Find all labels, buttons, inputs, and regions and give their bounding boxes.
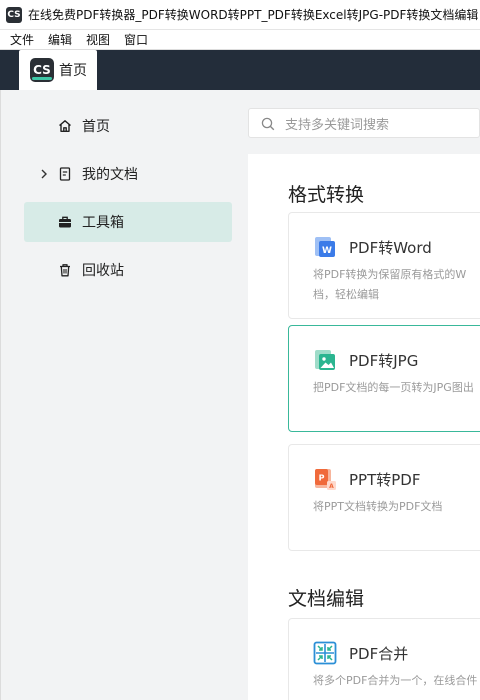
tool-card-description: 将PDF转换为保留原有格式的W档，轻松编辑 [313, 268, 467, 301]
section-title-document-editing: 文档编辑 [288, 588, 365, 610]
sidebar-item-recycle-bin[interactable]: 回收站 [24, 250, 232, 290]
app-logo: CS [30, 58, 54, 82]
sidebar-item-label: 回收站 [82, 263, 124, 279]
tool-card-pdf-to-word[interactable]: W PDF转Word 将PDF转换为保留原有格式的W档，轻松编辑 [288, 212, 480, 319]
svg-text:W: W [322, 246, 332, 256]
main-area: 支持多关键词搜索 格式转换 W PDF转Word 将PDF转换为保留原有格式的W… [248, 90, 480, 700]
search-input[interactable]: 支持多关键词搜索 [248, 108, 480, 138]
tool-card-pdf-to-jpg[interactable]: PDF转JPG 把PDF文档的每一页转为JPG图出 [288, 325, 480, 432]
sidebar: 首页 我的文档 工具箱 回收站 [8, 90, 248, 700]
tab-home[interactable]: CS 首页 [19, 50, 97, 90]
ppt-file-icon: PA [313, 467, 337, 491]
tool-card-description: 将多个PDF合并为一个，在线合件 [313, 674, 478, 687]
menu-window[interactable]: 窗口 [119, 30, 153, 50]
tool-card-title: PDF转Word [349, 239, 432, 257]
tool-card-title: PDF合并 [349, 645, 409, 663]
sidebar-item-label: 首页 [82, 119, 110, 135]
tool-card-title: PPT转PDF [349, 471, 421, 489]
merge-icon [313, 641, 337, 665]
window-title: 在线免费PDF转换器_PDF转换WORD转PPT_PDF转换Excel转JPG-… [28, 8, 479, 22]
sidebar-item-my-documents[interactable]: 我的文档 [24, 154, 232, 194]
sidebar-item-home[interactable]: 首页 [24, 106, 232, 146]
tool-card-description: 将PPT文档转换为PDF文档 [313, 500, 443, 513]
svg-text:A: A [329, 483, 334, 490]
menubar: 文件 编辑 视图 窗口 [0, 30, 480, 50]
menu-file[interactable]: 文件 [7, 30, 39, 50]
sidebar-item-label: 我的文档 [82, 167, 138, 183]
app-icon: CS [6, 6, 22, 23]
tool-card-ppt-to-pdf[interactable]: PA PPT转PDF 将PPT文档转换为PDF文档 [288, 444, 480, 551]
tool-card-title: PDF转JPG [349, 352, 419, 370]
tool-card-pdf-merge[interactable]: PDF合并 将多个PDF合并为一个，在线合件 [288, 618, 480, 700]
window-left-edge [0, 90, 8, 700]
tab-bar: CS 首页 [0, 50, 480, 90]
toolbox-content: 格式转换 W PDF转Word 将PDF转换为保留原有格式的W档，轻松编辑 PD… [248, 154, 480, 700]
tab-home-label: 首页 [59, 63, 87, 79]
section-title-format-conversion: 格式转换 [288, 184, 365, 206]
home-icon [58, 119, 72, 133]
menu-edit[interactable]: 编辑 [43, 30, 77, 50]
sidebar-item-toolbox[interactable]: 工具箱 [24, 202, 232, 242]
word-file-icon: W [313, 235, 337, 259]
svg-text:P: P [319, 474, 325, 483]
chevron-right-icon[interactable] [37, 166, 51, 182]
tool-card-description: 把PDF文档的每一页转为JPG图出 [313, 381, 474, 394]
toolbox-icon [58, 215, 72, 229]
document-icon [58, 167, 72, 181]
search-icon [261, 116, 275, 131]
window-titlebar: CS 在线免费PDF转换器_PDF转换WORD转PPT_PDF转换Excel转J… [0, 0, 480, 30]
sidebar-item-label: 工具箱 [82, 215, 124, 231]
image-file-icon [313, 348, 337, 372]
search-placeholder: 支持多关键词搜索 [285, 117, 390, 133]
trash-icon [58, 263, 72, 277]
menu-view[interactable]: 视图 [81, 30, 115, 50]
